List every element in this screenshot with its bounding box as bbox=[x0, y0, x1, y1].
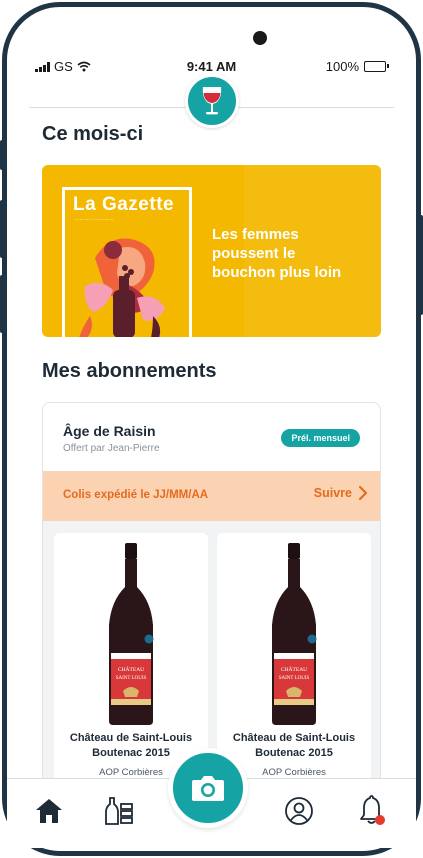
magazine-subtitle-line: — — — — — — — — bbox=[74, 216, 114, 221]
magazine-cover: La Gazette — — — — — — — — bbox=[62, 187, 192, 337]
section-title-subscriptions: Mes abonnements bbox=[42, 360, 217, 382]
bottle-label-line1: CHÂTEAU bbox=[118, 665, 144, 673]
battery-icon bbox=[364, 61, 389, 72]
wine-card[interactable]: CHÂTEAU SAINT LOUIS Château de Saint-Lou… bbox=[217, 533, 371, 795]
cover-illustration bbox=[79, 238, 165, 337]
banner-headline: Les femmes poussent le bouchon plus loin bbox=[212, 226, 342, 281]
wine-glass-icon bbox=[202, 87, 222, 115]
volume-up-button bbox=[0, 200, 4, 258]
shipping-status-text: Colis expédié le JJ/MM/AA bbox=[63, 489, 209, 501]
nav-cellar[interactable] bbox=[103, 795, 135, 827]
gazette-banner[interactable]: La Gazette — — — — — — — — Les femmes po… bbox=[42, 165, 381, 337]
camera-scan-button[interactable] bbox=[168, 748, 248, 828]
profile-icon bbox=[285, 797, 313, 825]
chevron-right-icon bbox=[358, 485, 368, 501]
follow-shipment-button[interactable]: Suivre bbox=[314, 485, 368, 501]
notification-bell-icon bbox=[360, 795, 385, 825]
subscription-offered-by: Offert par Jean-Pierre bbox=[63, 443, 160, 454]
bottle-label-line1: CHÂTEAU bbox=[281, 665, 307, 673]
notification-dot bbox=[375, 815, 385, 825]
battery-percent: 100% bbox=[325, 59, 359, 74]
payment-badge: Prél. mensuel bbox=[281, 429, 360, 447]
nav-home[interactable] bbox=[33, 795, 65, 827]
front-camera bbox=[253, 31, 267, 45]
home-icon bbox=[36, 799, 62, 823]
volume-down-button bbox=[0, 275, 4, 333]
subscription-name: Âge de Raisin bbox=[63, 423, 156, 439]
power-button bbox=[419, 215, 423, 315]
wine-bottle-image: CHÂTEAU SAINT LOUIS bbox=[272, 543, 317, 725]
bottle-label-line2: SAINT LOUIS bbox=[116, 676, 147, 681]
wine-name: Château de Saint-Louis Boutenac 2015 bbox=[232, 732, 356, 759]
shipping-banner: Colis expédié le JJ/MM/AA Suivre bbox=[43, 471, 380, 521]
camera-icon bbox=[192, 776, 224, 801]
follow-label: Suivre bbox=[313, 486, 352, 500]
cellar-icon bbox=[105, 797, 133, 825]
app-logo[interactable] bbox=[185, 74, 239, 128]
mute-switch bbox=[0, 140, 4, 170]
subscription-card[interactable]: Âge de Raisin Offert par Jean-Pierre Pré… bbox=[42, 402, 381, 802]
nav-profile[interactable] bbox=[283, 795, 315, 827]
bottle-label-line2: SAINT LOUIS bbox=[279, 676, 310, 681]
section-title-this-month: Ce mois-ci bbox=[42, 123, 144, 145]
battery-group: 100% bbox=[325, 59, 389, 74]
magazine-title: La Gazette bbox=[73, 194, 175, 215]
nav-notifications[interactable] bbox=[355, 795, 387, 827]
wine-bottle-image: CHÂTEAU SAINT LOUIS bbox=[109, 543, 154, 725]
